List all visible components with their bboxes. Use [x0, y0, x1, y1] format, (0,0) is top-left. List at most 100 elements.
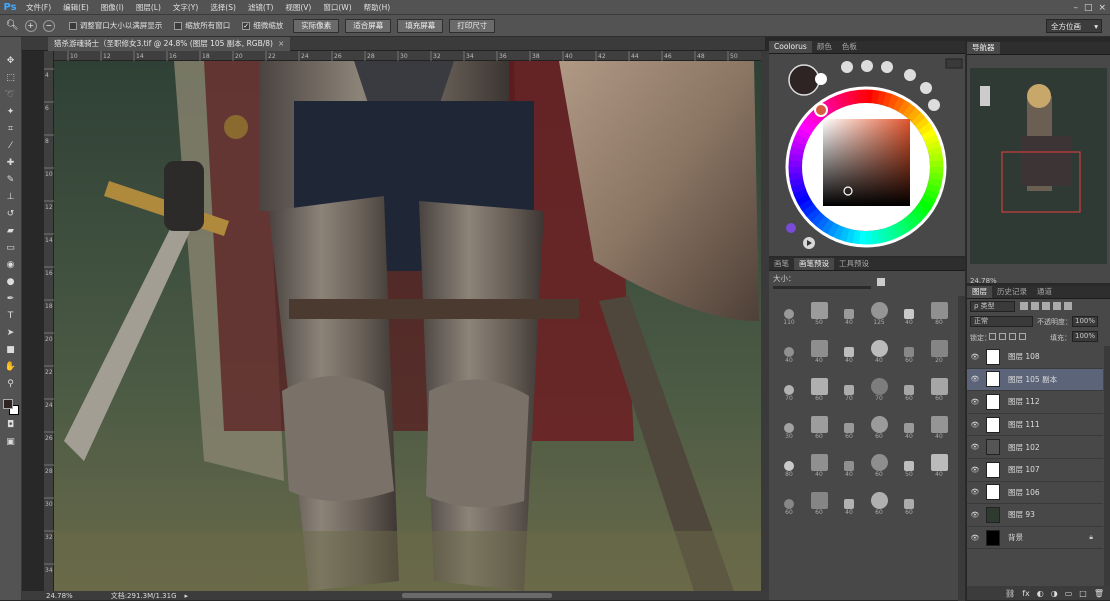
lock-transparent-icon[interactable] [989, 333, 996, 340]
brush-preset[interactable]: 40 [924, 448, 954, 478]
ruler-horizontal[interactable]: 10 12 14 16 18 20 22 24 26 28 30 32 34 36 38 40 42 44 46 48… [44, 51, 761, 61]
minimize-icon[interactable]: – [1073, 3, 1078, 13]
stamp-tool-icon[interactable]: ⊥ [3, 191, 19, 204]
type-filter-icon[interactable] [1042, 302, 1050, 310]
menu-window[interactable]: 窗口(W) [317, 0, 357, 15]
tab-layers[interactable]: 图层 [967, 286, 992, 298]
brush-preset[interactable]: 40 [804, 334, 834, 364]
layer-mask-icon[interactable]: ◐ [1037, 589, 1044, 598]
layer-row[interactable]: 👁︎ 图层 108 [967, 346, 1103, 369]
blur-tool-icon[interactable]: ◉ [3, 259, 19, 272]
brush-preset[interactable]: 40 [864, 334, 894, 364]
visibility-eye-icon[interactable]: 👁︎ [967, 398, 983, 406]
layer-row[interactable]: 👁︎ 图层 112 [967, 391, 1103, 414]
menu-type[interactable]: 文字(Y) [167, 0, 204, 15]
brush-preset[interactable]: 40 [894, 410, 924, 440]
tab-navigator[interactable]: 导航器 [967, 42, 1000, 54]
tab-tool-presets[interactable]: 工具预设 [834, 258, 874, 270]
move-tool-icon[interactable]: ✥ [3, 55, 19, 68]
brush-preset[interactable]: 60 [864, 486, 894, 516]
brush-size-slider[interactable] [773, 286, 871, 289]
hand-tool-icon[interactable]: ✋ [3, 361, 19, 374]
resize-windows-checkbox[interactable]: 调整窗口大小以满屏显示 [68, 20, 162, 31]
menu-view[interactable]: 视图(V) [279, 0, 317, 15]
brush-preset[interactable]: 40 [924, 410, 954, 440]
navigator-preview[interactable] [967, 56, 1110, 266]
link-layers-icon[interactable]: ⛓ [1005, 589, 1015, 598]
menu-edit[interactable]: 编辑(E) [57, 0, 95, 15]
layer-style-icon[interactable]: fx [1022, 589, 1030, 598]
visibility-eye-icon[interactable]: 👁︎ [967, 511, 983, 519]
workspace-select[interactable]: 全方位画 ▾ [1046, 19, 1102, 33]
menu-select[interactable]: 选择(S) [204, 0, 242, 15]
brush-preset[interactable]: 60 [774, 486, 804, 516]
menu-filter[interactable]: 滤镜(T) [242, 0, 279, 15]
adjustment-filter-icon[interactable] [1031, 302, 1039, 310]
layer-row[interactable]: 👁︎ 图层 102 [967, 436, 1103, 459]
brush-preset[interactable]: 50 [804, 296, 834, 326]
visibility-eye-icon[interactable]: 👁︎ [967, 421, 983, 429]
brush-preset[interactable]: 80 [924, 296, 954, 326]
type-tool-icon[interactable]: T [3, 310, 19, 323]
brush-preset[interactable]: 40 [834, 334, 864, 364]
lock-all-icon[interactable] [1019, 333, 1026, 340]
eyedropper-tool-icon[interactable]: ⁄ [3, 140, 19, 153]
eraser-tool-icon[interactable]: ▰ [3, 225, 19, 238]
maximize-icon[interactable]: □ [1084, 3, 1093, 13]
tab-coolorus[interactable]: Coolorus [769, 41, 812, 53]
pen-tool-icon[interactable]: ✒ [3, 293, 19, 306]
tab-brush-presets[interactable]: 画笔预设 [794, 258, 834, 270]
healing-tool-icon[interactable]: ✚ [3, 157, 19, 170]
tab-brush[interactable]: 画笔 [769, 258, 794, 270]
adjustment-layer-icon[interactable]: ◑ [1051, 589, 1058, 598]
visibility-eye-icon[interactable]: 👁︎ [967, 443, 983, 451]
brush-preset[interactable]: 60 [894, 486, 924, 516]
close-document-icon[interactable]: × [278, 39, 284, 48]
visibility-eye-icon[interactable]: 👁︎ [967, 534, 983, 542]
fill-screen-button[interactable]: 填充屏幕 [397, 18, 444, 33]
brush-preset[interactable]: 70 [834, 372, 864, 402]
shape-filter-icon[interactable] [1053, 302, 1061, 310]
path-select-tool-icon[interactable]: ➤ [3, 327, 19, 340]
blend-mode-select[interactable]: 正常 [970, 316, 1033, 327]
expand-status-icon[interactable]: ▸ [185, 592, 189, 600]
gradient-tool-icon[interactable]: ▭ [3, 242, 19, 255]
menu-help[interactable]: 帮助(H) [358, 0, 397, 15]
visibility-eye-icon[interactable]: 👁︎ [967, 353, 983, 361]
dodge-tool-icon[interactable]: ● [3, 276, 19, 289]
brush-preset[interactable]: 60 [894, 372, 924, 402]
layer-row[interactable]: 👁︎ 背景 🔒︎ [967, 527, 1103, 550]
tab-history[interactable]: 历史记录 [992, 286, 1032, 298]
zoom-in-icon[interactable]: + [24, 19, 37, 32]
document-tab[interactable]: 猎杀游魂骑士（圣职修女3.tif @ 24.8% (图层 105 副本, RGB… [48, 37, 291, 51]
layer-filter-select[interactable]: ρ 类型 [970, 301, 1015, 312]
brush-preset[interactable]: 40 [834, 486, 864, 516]
zoom-all-windows-checkbox[interactable]: 缩放所有窗口 [174, 20, 230, 31]
brush-preset[interactable]: 60 [924, 372, 954, 402]
brush-preset[interactable]: 40 [894, 296, 924, 326]
lasso-tool-icon[interactable]: ➰ [3, 89, 19, 102]
layer-row[interactable]: 👁︎ 图层 105 副本 [967, 368, 1103, 392]
layer-row[interactable]: 👁︎ 图层 111 [967, 414, 1103, 437]
menu-file[interactable]: 文件(F) [20, 0, 57, 15]
delete-layer-icon[interactable]: 🗑︎ [1094, 589, 1104, 598]
fill-input[interactable]: 100% [1072, 331, 1098, 342]
tab-swatches[interactable]: 色板 [837, 41, 862, 53]
crop-tool-icon[interactable]: ⌗ [3, 123, 19, 136]
opacity-input[interactable]: 100% [1072, 316, 1098, 327]
quick-mask-icon[interactable]: ◘ [3, 419, 19, 432]
brush-preset[interactable]: 125 [864, 296, 894, 326]
visibility-eye-icon[interactable]: 👁︎ [967, 488, 983, 496]
visibility-eye-icon[interactable]: 👁︎ [967, 375, 983, 383]
brush-preset[interactable]: 60 [804, 372, 834, 402]
brush-preset[interactable]: 80 [774, 448, 804, 478]
brush-preset[interactable]: 60 [894, 334, 924, 364]
zoom-out-icon[interactable]: − [42, 19, 55, 32]
vertical-scrollbar[interactable] [761, 51, 769, 591]
brush-preset[interactable]: 40 [834, 448, 864, 478]
brush-preset[interactable]: 30 [774, 410, 804, 440]
create-brush-icon[interactable] [877, 278, 885, 286]
brush-preset[interactable]: 60 [834, 410, 864, 440]
new-layer-icon[interactable]: □ [1079, 589, 1087, 598]
zoom-level[interactable]: 24.78% [46, 592, 73, 600]
